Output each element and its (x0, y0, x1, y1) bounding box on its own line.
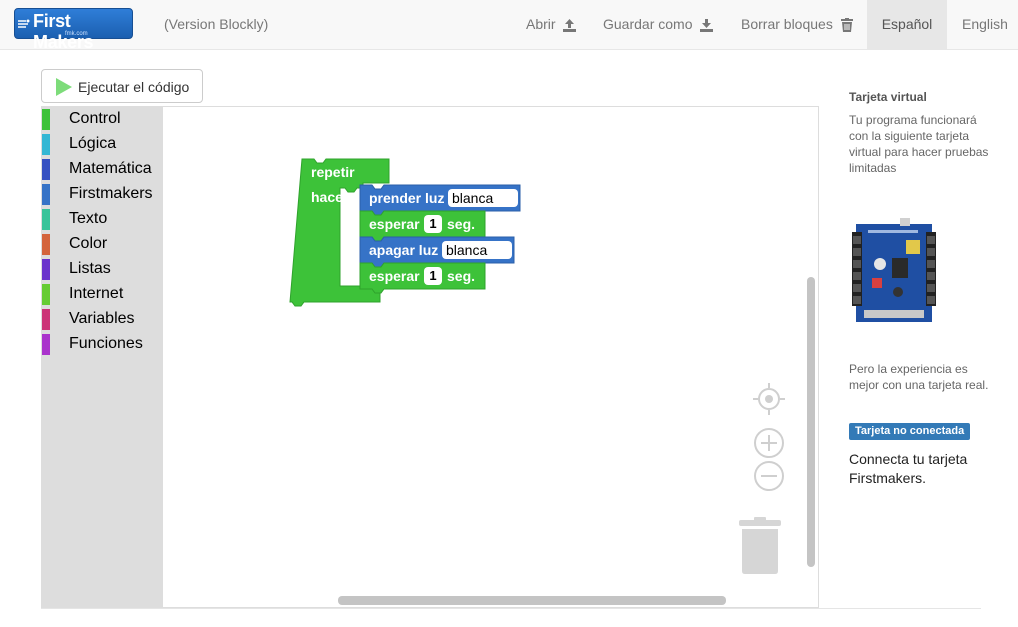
top-navbar: First Makers fmk.com (Version Blockly) A… (0, 0, 1018, 52)
run-code-label: Ejecutar el código (78, 79, 190, 95)
trash-icon (840, 18, 853, 33)
vertical-scrollbar[interactable] (807, 277, 815, 567)
first-makers-logo[interactable]: First Makers fmk.com (14, 8, 133, 52)
blockly-workspace[interactable]: Control Lógica Matemática Firstmakers Te… (41, 106, 819, 608)
version-label: (Version Blockly) (164, 16, 269, 32)
language-en-tab[interactable]: English (948, 0, 1018, 49)
repeat-label: repetir (311, 164, 355, 180)
download-icon (700, 19, 714, 33)
save-as-label: Guardar como (603, 16, 693, 32)
run-code-button[interactable]: Ejecutar el código (41, 69, 203, 103)
wait-seconds-input[interactable]: 1 (424, 215, 442, 233)
open-label: Abrir (526, 16, 556, 32)
wait-seconds-input[interactable]: 1 (424, 267, 442, 285)
wait-label: esperar (369, 268, 420, 284)
clear-blocks-label: Borrar bloques (741, 16, 833, 32)
wait-label: esperar (369, 216, 420, 232)
virtual-card-description: Tu programa funcionará con la siguiente … (849, 113, 989, 175)
block-canvas (289, 158, 815, 605)
seconds-label: seg. (447, 216, 476, 232)
footer-divider (41, 608, 981, 609)
light-color-value: blanca (452, 190, 494, 206)
light-color-dropdown[interactable]: blanca (442, 241, 512, 259)
horizontal-scrollbar[interactable] (338, 596, 726, 605)
upload-icon (563, 19, 577, 33)
workspace-trash-icon[interactable] (739, 517, 781, 574)
logo-subtext: fmk.com (65, 31, 88, 37)
light-color-value: blanca (446, 242, 488, 258)
recenter-icon[interactable] (753, 383, 785, 415)
open-button[interactable]: Abrir (512, 0, 590, 49)
experience-note: Pero la experiencia es mejor con una tar… (849, 362, 989, 392)
language-es-tab[interactable]: Español (867, 0, 947, 49)
turn-off-label: apagar luz (369, 242, 439, 258)
clear-blocks-button[interactable]: Borrar bloques (727, 0, 867, 49)
virtual-card-title: Tarjeta virtual (849, 90, 927, 104)
language-en-label: English (962, 16, 1008, 32)
zoom-out-icon[interactable] (754, 461, 784, 491)
play-icon (56, 78, 72, 96)
zoom-in-icon[interactable] (754, 428, 784, 458)
connection-status-badge: Tarjeta no conectada (849, 423, 971, 440)
logo-mark-icon (18, 19, 30, 28)
save-as-button[interactable]: Guardar como (589, 0, 727, 49)
seconds-label: seg. (447, 268, 476, 284)
language-es-label: Español (881, 16, 933, 32)
light-color-dropdown[interactable]: blanca (448, 189, 518, 207)
connect-board-text: Connecta tu tarjeta Firstmakers. (849, 451, 968, 486)
do-label: hacer (311, 189, 349, 205)
turn-on-label: prender luz (369, 190, 445, 206)
virtual-board-image (852, 218, 936, 322)
